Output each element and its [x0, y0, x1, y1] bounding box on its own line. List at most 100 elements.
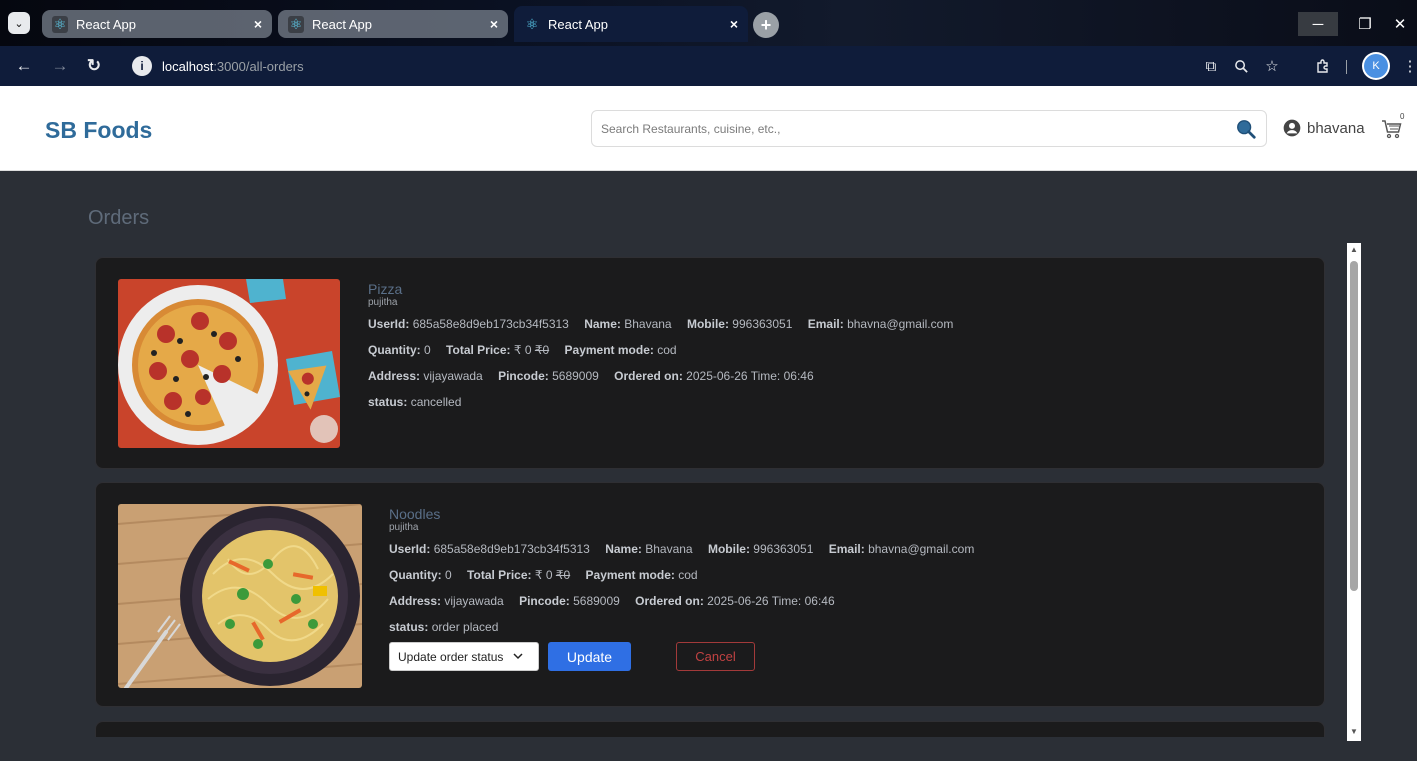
bookmark-star-icon[interactable]: ☆: [1260, 54, 1284, 78]
userid-label: UserId:: [389, 542, 431, 556]
user-profile-link[interactable]: bhavana: [1282, 118, 1365, 138]
address-label: Address:: [368, 369, 421, 383]
reload-icon[interactable]: ↻: [82, 54, 106, 78]
time-label: Time:: [750, 369, 781, 383]
food-name: Pizza: [368, 281, 403, 297]
browser-toolbar: ← → ↻ i localhost:3000/all-orders ⧉ ☆ K …: [0, 46, 1417, 86]
react-logo-icon: ⚛: [525, 15, 539, 32]
order-card: [95, 721, 1325, 737]
address-value: vijayawada: [444, 594, 504, 608]
email-value: bhavna@gmail.com: [868, 542, 975, 556]
order-details: Pizza pujitha UserId: 685a58e8d9eb173cb3…: [368, 281, 965, 417]
scroll-down-arrow-icon[interactable]: ▼: [1347, 727, 1361, 739]
mobile-value: 996363051: [732, 317, 793, 331]
email-label: Email:: [807, 317, 844, 331]
food-image-pizza: [118, 279, 340, 448]
browser-tab-bar: ⌄ ⚛ React App × ⚛ React App × ⚛ React Ap…: [0, 0, 1417, 46]
tab-title: React App: [76, 16, 136, 32]
quantity-value: 0: [445, 568, 452, 582]
ordered-on-label: Ordered on:: [635, 594, 704, 608]
zoom-icon[interactable]: [1229, 54, 1253, 78]
food-image-noodles: [118, 504, 362, 688]
total-price-label: Total Price:: [446, 343, 511, 357]
user-circle-icon: [1283, 119, 1301, 137]
tab-close-icon[interactable]: ×: [490, 16, 498, 32]
userid-label: UserId:: [368, 317, 410, 331]
cart-count-badge: 0: [1400, 112, 1405, 121]
address-bar[interactable]: i localhost:3000/all-orders: [124, 52, 1284, 80]
price-value: ₹ 0: [534, 568, 553, 582]
forward-arrow-icon[interactable]: →: [48, 54, 72, 78]
tab-search-chevron-icon[interactable]: ⌄: [8, 12, 30, 34]
total-price-label: Total Price:: [467, 568, 532, 582]
pincode-value: 5689009: [552, 369, 599, 383]
pincode-value: 5689009: [573, 594, 620, 608]
restore-icon[interactable]: ❐: [1345, 12, 1385, 36]
mobile-label: Mobile:: [686, 317, 729, 331]
profile-avatar-icon[interactable]: K: [1364, 54, 1388, 78]
search-input[interactable]: [592, 111, 1226, 146]
order-actions: Update order status Update Cancel: [389, 642, 986, 671]
react-logo-icon: ⚛: [52, 15, 68, 33]
site-info-icon[interactable]: i: [132, 56, 152, 76]
time-label: Time:: [771, 594, 802, 608]
extensions-puzzle-icon[interactable]: [1311, 54, 1335, 78]
time-value: 06:46: [783, 369, 814, 383]
status-value: cancelled: [410, 395, 462, 409]
new-tab-button[interactable]: +: [753, 12, 779, 38]
email-label: Email:: [828, 542, 865, 556]
status-label: status:: [368, 395, 408, 409]
name-value: Bhavana: [624, 317, 672, 331]
orders-scrollbar[interactable]: ▲ ▼: [1347, 243, 1361, 741]
status-value: order placed: [431, 620, 499, 634]
menu-kebab-icon[interactable]: ⋮: [1398, 54, 1417, 78]
ordered-on-label: Ordered on:: [614, 369, 683, 383]
browser-tab-2[interactable]: ⚛ React App ×: [278, 10, 508, 38]
order-line-user: UserId: 685a58e8d9eb173cb34f5313 Name: B…: [368, 317, 965, 331]
restaurant-name: pujitha: [389, 522, 419, 533]
ordered-on-value: 2025-06-26: [707, 594, 769, 608]
order-status-select[interactable]: Update order status: [389, 642, 539, 671]
update-button[interactable]: Update: [548, 642, 631, 671]
orders-page: Orders Pizza pujitha UserId: 685a58e8d9e…: [0, 171, 1417, 761]
scroll-up-arrow-icon[interactable]: ▲: [1347, 245, 1361, 257]
install-app-icon[interactable]: ⧉: [1199, 54, 1223, 78]
quantity-label: Quantity:: [389, 568, 442, 582]
browser-tab-3-active[interactable]: ⚛ React App ×: [514, 6, 748, 42]
quantity-label: Quantity:: [368, 343, 421, 357]
name-value: Bhavana: [645, 542, 693, 556]
mobile-value: 996363051: [753, 542, 814, 556]
browser-tab-1[interactable]: ⚛ React App ×: [42, 10, 272, 38]
payment-mode-value: cod: [678, 568, 698, 582]
scrollbar-thumb[interactable]: [1350, 261, 1358, 591]
address-value: vijayawada: [423, 369, 483, 383]
close-window-icon[interactable]: ✕: [1380, 12, 1417, 36]
email-value: bhavna@gmail.com: [847, 317, 954, 331]
tab-close-icon[interactable]: ×: [730, 16, 738, 32]
minimize-icon[interactable]: ─: [1298, 12, 1338, 36]
app-header: SB Foods bhavana 0: [0, 86, 1417, 171]
status-label: status:: [389, 620, 429, 634]
order-card: Pizza pujitha UserId: 685a58e8d9eb173cb3…: [95, 257, 1325, 469]
username-label: bhavana: [1307, 119, 1365, 137]
cancel-button[interactable]: Cancel: [676, 642, 755, 671]
payment-mode-label: Payment mode:: [564, 343, 654, 357]
react-logo-icon: ⚛: [288, 15, 304, 33]
order-card: Noodles pujitha UserId: 685a58e8d9eb173c…: [95, 482, 1325, 707]
original-price-value: ₹0: [555, 568, 571, 582]
orders-list[interactable]: Pizza pujitha UserId: 685a58e8d9eb173cb3…: [95, 257, 1325, 737]
quantity-value: 0: [424, 343, 431, 357]
price-value: ₹ 0: [513, 343, 532, 357]
ordered-on-value: 2025-06-26: [686, 369, 748, 383]
name-label: Name:: [584, 317, 621, 331]
back-arrow-icon[interactable]: ←: [12, 54, 36, 78]
tab-title: React App: [312, 16, 372, 32]
search-icon[interactable]: [1226, 111, 1266, 146]
brand-logo[interactable]: SB Foods: [45, 117, 152, 144]
tab-close-icon[interactable]: ×: [254, 16, 262, 32]
tab-title: React App: [548, 16, 608, 32]
address-label: Address:: [389, 594, 442, 608]
pincode-label: Pincode:: [498, 369, 549, 383]
restaurant-name: pujitha: [368, 297, 398, 308]
name-label: Name:: [605, 542, 642, 556]
